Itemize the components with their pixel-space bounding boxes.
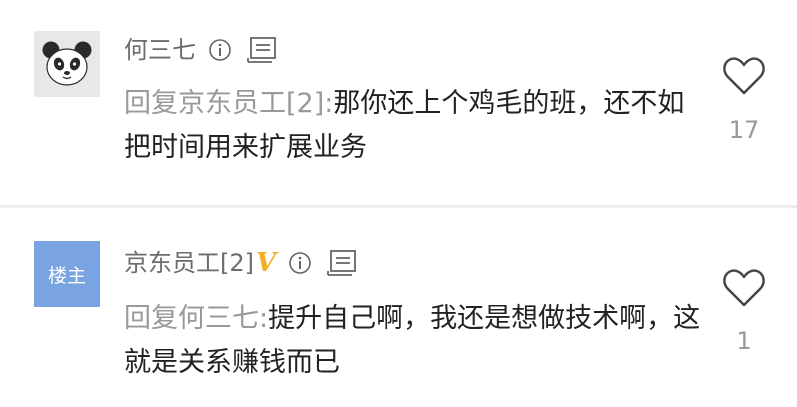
heart-outline-icon[interactable] bbox=[722, 56, 766, 96]
avatar[interactable] bbox=[34, 31, 100, 97]
heart-outline-icon[interactable] bbox=[722, 268, 766, 308]
comment-body: 回复京东员工[2]:那你还上个鸡毛的班，还不如把时间用来扩展业务 bbox=[124, 82, 704, 170]
avatar[interactable]: 楼主 bbox=[34, 241, 100, 307]
comment-item: 楼主 京东员工[2] V 回复何三七:提升自己啊，我还是想做技术啊，这就是关系赚… bbox=[0, 208, 797, 407]
like-count: 17 bbox=[728, 116, 760, 144]
comment-header: 京东员工[2] V bbox=[124, 248, 358, 278]
report-icon[interactable] bbox=[246, 35, 278, 65]
reply-prefix[interactable]: 回复何三七: bbox=[124, 303, 268, 334]
info-icon[interactable] bbox=[208, 38, 232, 62]
comment-list: 何三七 回复京东员工[2]:那你还上个鸡毛的班，还不如把时间用来扩展业务 17 bbox=[0, 0, 797, 407]
comment-body: 回复何三七:提升自己啊，我还是想做技术啊，这就是关系赚钱而已 bbox=[124, 297, 704, 385]
panda-avatar-icon bbox=[34, 31, 100, 97]
verified-badge: V bbox=[256, 248, 277, 278]
username[interactable]: 何三七 bbox=[124, 35, 196, 65]
op-avatar-label: 楼主 bbox=[47, 264, 86, 287]
comment-item: 何三七 回复京东员工[2]:那你还上个鸡毛的班，还不如把时间用来扩展业务 17 bbox=[0, 0, 797, 206]
username[interactable]: 京东员工[2] bbox=[124, 248, 254, 278]
like-count: 1 bbox=[736, 327, 752, 355]
info-icon[interactable] bbox=[288, 251, 312, 275]
report-icon[interactable] bbox=[326, 248, 358, 278]
comment-header: 何三七 bbox=[124, 35, 278, 65]
reply-prefix[interactable]: 回复京东员工[2]: bbox=[124, 88, 333, 119]
